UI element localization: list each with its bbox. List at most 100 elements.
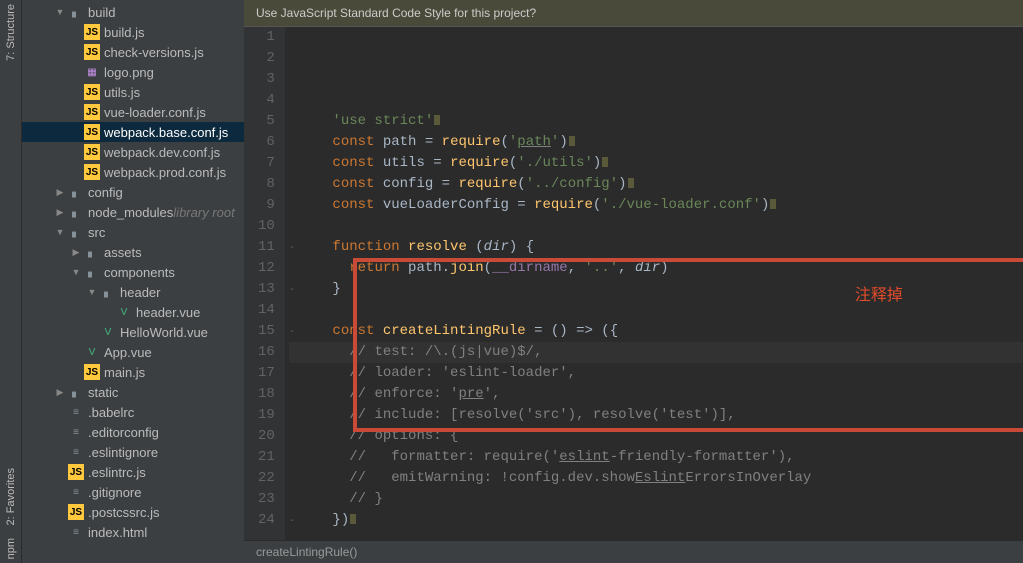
tree-arrow-icon[interactable]: ▶ [54, 207, 66, 218]
tree-item[interactable]: JSwebpack.prod.conf.js [22, 162, 244, 182]
editor-area: Use JavaScript Standard Code Style for t… [244, 0, 1023, 563]
code-line[interactable]: - } [289, 279, 1023, 300]
tree-arrow-icon[interactable]: ▶ [54, 187, 66, 198]
folder-icon: ▖ [100, 284, 116, 300]
code-line[interactable]: 'use strict' [289, 111, 1023, 132]
tree-arrow-icon[interactable]: ▼ [86, 287, 98, 297]
code-line[interactable]: // options: { [289, 426, 1023, 447]
code-line[interactable]: const vueLoaderConfig = require('./vue-l… [289, 195, 1023, 216]
tree-item[interactable]: ≡.babelrc [22, 402, 244, 422]
code-editor[interactable]: 注释掉 'use strict' const path = require('p… [285, 27, 1023, 540]
code-line[interactable] [289, 531, 1023, 540]
tree-item[interactable]: ▶▖ static [22, 382, 244, 402]
tree-item-label: .gitignore [88, 485, 141, 500]
code-line[interactable]: - }) [289, 510, 1023, 531]
text-file-icon: ≡ [68, 444, 84, 460]
folder-icon: ▖ [68, 224, 84, 240]
js-file-icon: JS [84, 24, 100, 40]
tree-item[interactable]: JSwebpack.base.conf.js [22, 122, 244, 142]
code-line[interactable]: // formatter: require('eslint-friendly-f… [289, 447, 1023, 468]
tree-item-label: .eslintignore [88, 445, 158, 460]
tree-item[interactable]: JS vue-loader.conf.js [22, 102, 244, 122]
code-line[interactable]: return path.join(__dirname, '..', dir) [289, 258, 1023, 279]
project-tree[interactable]: ▼▖buildJSbuild.jsJScheck-versions.js▦log… [22, 0, 244, 563]
tree-item-label: .postcssrc.js [88, 505, 160, 520]
tool-favorites[interactable]: 2: Favorites [5, 468, 17, 525]
text-file-icon: ≡ [68, 484, 84, 500]
tree-item[interactable]: ▶▖ assets [22, 242, 244, 262]
code-line[interactable]: // loader: 'eslint-loader', [289, 363, 1023, 384]
tree-item[interactable]: JScheck-versions.js [22, 42, 244, 62]
tree-item-label: index.html [88, 525, 147, 540]
code-line[interactable]: - const createLintingRule = () => ({ [289, 321, 1023, 342]
code-line[interactable]: const config = require('../config') [289, 174, 1023, 195]
tree-arrow-icon[interactable]: ▶ [70, 247, 82, 258]
tree-arrow-icon[interactable]: ▼ [54, 7, 66, 17]
tool-npm[interactable]: npm [5, 538, 17, 559]
code-line[interactable]: const utils = require('./utils') [289, 153, 1023, 174]
tree-item-label: vue-loader.conf.js [104, 105, 206, 120]
left-gutter-top: 7: Structure [5, 4, 17, 61]
tree-item[interactable]: JS .postcssrc.js [22, 502, 244, 522]
line-gutter: 123456789101112131415161718192021222324 [244, 27, 285, 540]
tree-item[interactable]: ≡ .eslintignore [22, 442, 244, 462]
code-line[interactable] [289, 216, 1023, 237]
code-line[interactable] [289, 300, 1023, 321]
tree-item[interactable]: ▼▖ build [22, 2, 244, 22]
tree-item-label: config [88, 185, 123, 200]
folder-icon: ▖ [68, 204, 84, 220]
tree-item-label: .editorconfig [88, 425, 159, 440]
code-style-banner[interactable]: Use JavaScript Standard Code Style for t… [244, 0, 1023, 27]
tree-item[interactable]: JS .eslintrc.js [22, 462, 244, 482]
tree-item[interactable]: ≡index.html [22, 522, 244, 542]
code-line[interactable]: // include: [resolve('src'), resolve('te… [289, 405, 1023, 426]
folder-icon: ▖ [84, 244, 100, 260]
js-file-icon: JS [84, 104, 100, 120]
js-file-icon: JS [68, 464, 84, 480]
js-file-icon: JS [84, 84, 100, 100]
tree-item[interactable]: ▼▖components [22, 262, 244, 282]
tree-item-label: HelloWorld.vue [120, 325, 208, 340]
folder-icon: ▖ [68, 384, 84, 400]
breadcrumb[interactable]: createLintingRule() [244, 540, 1023, 563]
code-line[interactable]: // enforce: 'pre', [289, 384, 1023, 405]
js-file-icon: JS [84, 124, 100, 140]
tree-item[interactable]: JS webpack.dev.conf.js [22, 142, 244, 162]
code-line[interactable]: const path = require('path') [289, 132, 1023, 153]
tree-item-label: .eslintrc.js [88, 465, 146, 480]
tree-item-label: static [88, 385, 118, 400]
tree-item[interactable]: ▶▖config [22, 182, 244, 202]
left-gutter-bottom: 2: Favorites npm [5, 468, 17, 559]
vue-file-icon: V [100, 324, 116, 340]
tree-arrow-icon[interactable]: ▼ [70, 267, 82, 277]
code-line[interactable]: - function resolve (dir) { [289, 237, 1023, 258]
tool-structure[interactable]: 7: Structure [5, 4, 17, 61]
tree-item[interactable]: ▶▖node_modules library root [22, 202, 244, 222]
tree-item-label: build [88, 5, 115, 20]
tree-arrow-icon[interactable]: ▼ [54, 227, 66, 237]
tree-item-label: App.vue [104, 345, 152, 360]
tree-item-label: assets [104, 245, 142, 260]
tree-item[interactable]: JSmain.js [22, 362, 244, 382]
tree-item[interactable]: ≡ .gitignore [22, 482, 244, 502]
js-file-icon: JS [84, 144, 100, 160]
text-file-icon: ≡ [68, 424, 84, 440]
tree-item-label: webpack.dev.conf.js [104, 145, 220, 160]
tree-item[interactable]: VApp.vue [22, 342, 244, 362]
folder-icon: ▖ [68, 4, 84, 20]
tree-item[interactable]: ≡ .editorconfig [22, 422, 244, 442]
tree-item[interactable]: ▼▖src [22, 222, 244, 242]
tree-item-label: logo.png [104, 65, 154, 80]
code-line[interactable]: // emitWarning: !config.dev.showEslintEr… [289, 468, 1023, 489]
code-line[interactable]: // } [289, 489, 1023, 510]
code-line[interactable]: // test: /\.(js|vue)$/, [289, 342, 1023, 363]
text-file-icon: ≡ [68, 404, 84, 420]
js-file-icon: JS [68, 504, 84, 520]
tree-item[interactable]: JSbuild.js [22, 22, 244, 42]
tree-item[interactable]: ▦logo.png [22, 62, 244, 82]
tree-item[interactable]: ▼▖header [22, 282, 244, 302]
tree-item[interactable]: JSutils.js [22, 82, 244, 102]
tree-item[interactable]: V HelloWorld.vue [22, 322, 244, 342]
tree-item[interactable]: Vheader.vue [22, 302, 244, 322]
tree-arrow-icon[interactable]: ▶ [54, 387, 66, 398]
